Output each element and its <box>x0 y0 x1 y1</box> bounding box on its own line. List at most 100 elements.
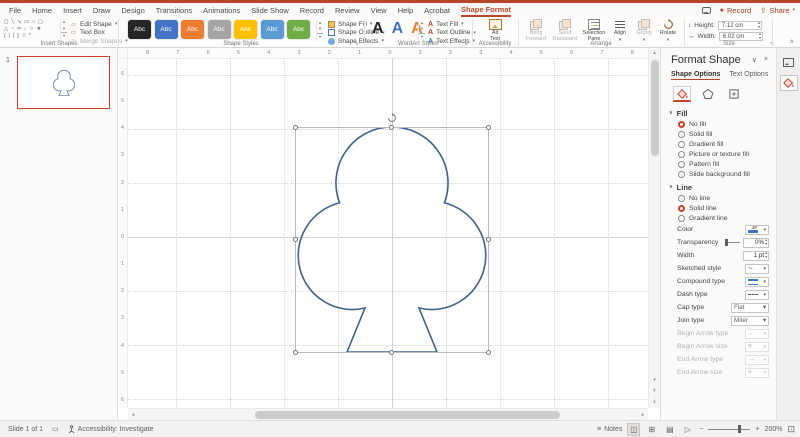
sketched-style-dropdown[interactable]: ~ ▾ <box>745 263 769 274</box>
slide-thumbnail[interactable] <box>17 56 110 109</box>
alt-text-button[interactable]: Alt Text <box>479 19 511 43</box>
radio[interactable] <box>678 160 685 168</box>
transparency-spinner[interactable]: ▴ ▾ <box>765 238 767 246</box>
shape-styles-dialog-launcher-icon[interactable]: ⇘ <box>354 41 359 47</box>
record-button[interactable]: ● Record <box>720 6 751 15</box>
resize-handle-w[interactable] <box>293 237 298 242</box>
line-color-dropdown[interactable]: ▾ <box>745 224 769 235</box>
shapes-gallery[interactable]: ◻ ╲ ↘ ▭ ○ ▢ △ ~ ⇒ ↓ ☆ ★ ( ) { } ☆ * <box>4 19 60 40</box>
resize-handle-n[interactable] <box>389 125 394 130</box>
rotate-handle-icon[interactable] <box>387 113 397 123</box>
line-option-gradient[interactable]: Gradient line <box>661 213 776 223</box>
slideshow-button[interactable]: ▷ <box>681 423 694 436</box>
zoom-slider[interactable] <box>708 425 751 433</box>
reading-view-button[interactable]: ▤ <box>663 423 676 436</box>
dash-type-dropdown[interactable]: ▾ <box>745 289 769 300</box>
wordart-more-icon[interactable]: ▾ <box>419 32 425 40</box>
zoom-level[interactable]: 200% <box>765 426 783 433</box>
tab-acrobat[interactable]: Acrobat <box>424 3 450 17</box>
slide-sorter-view-button[interactable]: ⊞ <box>645 423 658 436</box>
display-settings-icon[interactable]: ▭ <box>52 425 59 433</box>
styles-more-icon[interactable]: ▾ <box>317 32 323 40</box>
tab-record[interactable]: Record <box>300 3 324 17</box>
cap-type-select[interactable]: Flat ▾ <box>731 302 769 313</box>
wordart-style-black[interactable]: A <box>372 19 384 38</box>
fill-line-tab[interactable] <box>673 86 691 102</box>
shapes-gallery-row3-icons[interactable]: ( ) { } ☆ * <box>4 33 60 40</box>
slide-surface[interactable] <box>128 59 648 408</box>
resize-handle-e[interactable] <box>486 237 491 242</box>
radio[interactable] <box>678 194 685 202</box>
selection-pane-button[interactable]: Selection Pane <box>578 19 610 43</box>
shape-style-swatch[interactable]: Abc <box>128 20 151 39</box>
collapse-ribbon-icon[interactable]: ∧ <box>790 38 794 45</box>
transparency-input[interactable]: 0% ▴ ▾ <box>743 237 769 248</box>
tab-shape-format[interactable]: Shape Format <box>461 3 512 17</box>
vertical-scrollbar[interactable]: ▴ ▾ ↟ ↡ <box>648 48 660 408</box>
tab-file[interactable]: File <box>9 3 21 17</box>
scroll-down-icon[interactable]: ▾ <box>649 375 660 386</box>
notes-button[interactable]: ≡ Notes <box>597 426 622 433</box>
comments-icon[interactable] <box>701 6 711 14</box>
effects-tab[interactable] <box>699 86 717 102</box>
shape-style-swatch[interactable]: Abc <box>154 20 178 39</box>
previous-slide-icon[interactable]: ↟ <box>649 386 660 397</box>
share-button[interactable]: ⇧ Share ▾ <box>760 6 795 15</box>
pane-close-icon[interactable]: × <box>764 56 768 64</box>
tab-transitions[interactable]: Transitions <box>156 3 192 17</box>
slider-thumb[interactable] <box>725 239 728 246</box>
shape-style-swatch[interactable]: Abc <box>287 20 310 39</box>
vertical-scroll-thumb[interactable] <box>651 60 659 156</box>
next-slide-icon[interactable]: ↡ <box>649 397 660 408</box>
height-input[interactable]: 7.12 cm ▴ ▾ <box>717 21 762 30</box>
shapes-gallery-spinner[interactable]: ▴ ▾ ▾ <box>60 19 67 40</box>
shapes-gallery-row1-icons[interactable]: ◻ ╲ ↘ ▭ ○ ▢ <box>4 19 60 26</box>
fill-option-picture[interactable]: Picture or texture fill <box>661 149 776 159</box>
tab-animations[interactable]: Animations <box>203 3 240 17</box>
zoom-out-button[interactable]: − <box>699 426 703 433</box>
zoom-slider-thumb[interactable] <box>738 425 742 433</box>
fit-to-window-icon[interactable]: ⊡ <box>787 424 795 435</box>
line-width-spinner[interactable]: ▴ ▾ <box>765 251 767 259</box>
resize-handle-sw[interactable] <box>293 350 298 355</box>
fill-option-solid[interactable]: Solid fill <box>661 129 776 139</box>
horizontal-scrollbar[interactable]: ◂ ▸ <box>128 408 648 420</box>
radio-selected[interactable] <box>678 120 685 128</box>
shape-style-swatch[interactable]: Abc <box>207 20 231 39</box>
format-shape-pane-button[interactable] <box>779 75 798 91</box>
tab-review[interactable]: Review <box>335 3 360 17</box>
tab-view[interactable]: View <box>371 3 387 17</box>
height-spinner[interactable]: ▴ ▾ <box>758 21 760 29</box>
compound-type-dropdown[interactable]: ▾ <box>745 276 769 287</box>
tab-design[interactable]: Design <box>121 3 144 17</box>
fill-option-pattern[interactable]: Pattern fill <box>661 159 776 169</box>
radio[interactable] <box>678 170 685 178</box>
zoom-in-button[interactable]: + <box>755 426 759 433</box>
tab-insert[interactable]: Insert <box>63 3 82 17</box>
wordart-dialog-launcher-icon[interactable]: ⇘ <box>463 41 468 47</box>
fill-option-background[interactable]: Slide background fill <box>661 169 776 179</box>
accessibility-checker[interactable]: Accessibility: Investigate <box>68 424 154 434</box>
tab-slide-show[interactable]: Slide Show <box>251 3 289 17</box>
resize-handle-s[interactable] <box>389 350 394 355</box>
radio[interactable] <box>678 130 685 138</box>
tab-home[interactable]: Home <box>32 3 52 17</box>
size-properties-tab[interactable] <box>725 86 743 102</box>
pane-chevron-icon[interactable]: ∨ <box>752 56 757 64</box>
scroll-left-icon[interactable]: ◂ <box>128 412 138 418</box>
line-section-header[interactable]: ∨ Line <box>661 181 776 193</box>
text-fill-button[interactable]: A Text Fill ▾ <box>428 20 476 29</box>
line-width-input[interactable]: 1 pt ▴ ▾ <box>743 250 769 261</box>
transparency-slider[interactable] <box>725 239 740 246</box>
resize-handle-se[interactable] <box>486 350 491 355</box>
shape-style-swatch[interactable]: Abc <box>181 20 204 39</box>
picture-pane-button[interactable] <box>780 54 798 70</box>
width-input[interactable]: 6.02 cm ▴ ▾ <box>718 32 763 41</box>
radio[interactable] <box>678 150 685 158</box>
tab-help[interactable]: Help <box>398 3 413 17</box>
resize-handle-ne[interactable] <box>486 125 491 130</box>
tab-draw[interactable]: Draw <box>93 3 111 17</box>
line-option-solid[interactable]: Solid line <box>661 203 776 213</box>
fill-section-header[interactable]: ∨ Fill <box>661 107 776 119</box>
tab-shape-options[interactable]: Shape Options <box>671 71 721 80</box>
